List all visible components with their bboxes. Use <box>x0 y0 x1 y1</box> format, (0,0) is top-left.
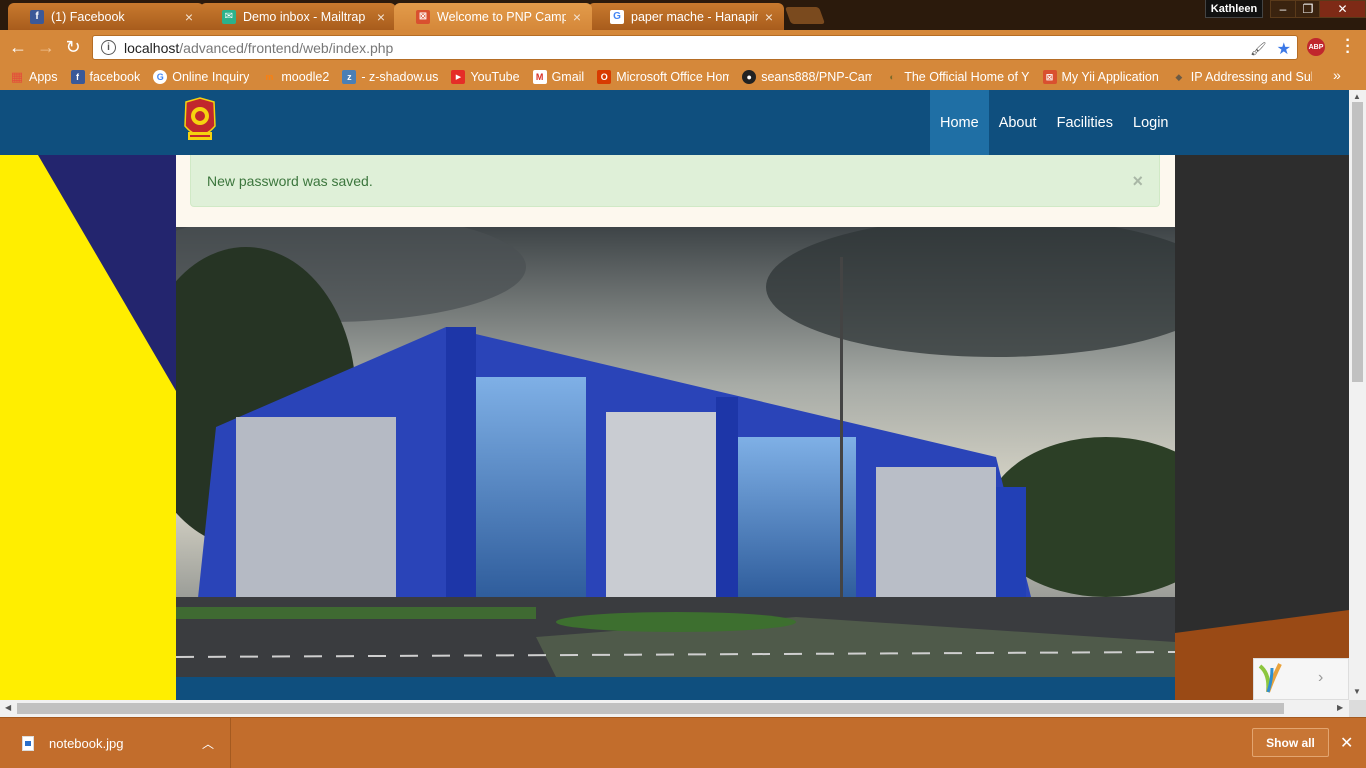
new-tab-button[interactable] <box>784 7 826 24</box>
window-close-icon[interactable]: ✕ <box>1319 0 1366 18</box>
apps-grid-icon: ▦ <box>10 70 24 84</box>
tab-mailtrap[interactable]: ✉ Demo inbox - Mailtrap × <box>200 3 396 30</box>
profile-button[interactable]: Kathleen <box>1205 0 1263 18</box>
vertical-scrollbar[interactable]: ▲ ▼ <box>1349 90 1366 700</box>
tab-close-icon[interactable]: × <box>570 9 584 25</box>
download-filename: notebook.jpg <box>49 736 124 751</box>
bookmarks-overflow-icon[interactable]: » <box>1333 67 1341 83</box>
bookmark-yii-app[interactable]: ⊠ My Yii Application <box>1042 70 1159 84</box>
tab-pnp-camp[interactable]: ⊠ Welcome to PNP Camp C × <box>394 3 592 30</box>
paint-brush-icon[interactable]: 🖌 <box>1250 41 1267 57</box>
footer-strip <box>176 677 1175 700</box>
bookmark-youtube[interactable]: ▶ YouTube <box>451 70 520 84</box>
bookmark-zshadow[interactable]: z- z-shadow.us <box>342 70 438 84</box>
youtube-icon: ▶ <box>451 70 466 84</box>
url-host: localhost <box>124 39 180 56</box>
nav-facilities[interactable]: Facilities <box>1047 90 1123 155</box>
bookmark-online-inquiry[interactable]: G Online Inquiry <box>153 70 249 84</box>
vertical-scroll-thumb[interactable] <box>1352 102 1363 382</box>
network-icon: ◆ <box>1175 71 1183 82</box>
bookmark-official-home[interactable]: ◐ The Official Home of Y <box>885 70 1030 84</box>
scroll-right-icon[interactable]: ▶ <box>1337 703 1343 712</box>
mailtrap-icon: ✉ <box>222 9 236 24</box>
nav-home[interactable]: Home <box>930 90 989 155</box>
scroll-left-icon[interactable]: ◀ <box>5 703 11 712</box>
yii-logo-icon <box>1258 663 1282 693</box>
bookmark-office[interactable]: O Microsoft Office Home <box>597 70 729 84</box>
download-item[interactable]: notebook.jpg ︿ <box>0 718 231 768</box>
official-home-icon: ◐ <box>889 72 895 82</box>
tab-close-icon[interactable]: × <box>762 9 776 25</box>
facebook-icon: f <box>30 9 44 24</box>
bookmark-ip-addressing[interactable]: ◆ IP Addressing and Sub <box>1172 70 1311 84</box>
menu-kebab-icon[interactable]: · · · <box>1343 33 1353 61</box>
show-all-button[interactable]: Show all <box>1252 728 1329 757</box>
forward-arrow-icon[interactable]: → <box>36 37 56 57</box>
bookmark-gmail[interactable]: M Gmail <box>532 70 584 84</box>
url-path: /advanced/frontend/web/index.php <box>179 39 394 56</box>
info-icon[interactable]: i <box>101 40 116 55</box>
bookmark-star-icon[interactable]: ★ <box>1277 39 1291 59</box>
tab-facebook[interactable]: f (1) Facebook × <box>8 3 204 30</box>
pnp-logo[interactable] <box>182 96 218 146</box>
google-icon: G <box>610 9 624 24</box>
scroll-down-icon[interactable]: ▼ <box>1353 687 1361 696</box>
bookmark-facebook[interactable]: f facebook <box>70 70 140 84</box>
content-container: New password was saved. × <box>176 155 1175 700</box>
hero-image <box>176 227 1175 677</box>
github-icon: ● <box>742 70 757 84</box>
minimize-icon[interactable]: – <box>1270 0 1296 18</box>
scrollbar-corner <box>1349 700 1366 717</box>
site-navbar: Home About Facilities Login <box>0 90 1349 155</box>
alert-close-icon[interactable]: × <box>1132 171 1143 192</box>
zshadow-icon: z <box>342 70 357 84</box>
image-file-icon <box>22 736 34 751</box>
bookmarks-bar: ▦ Apps f facebook G Online Inquiry m moodle2… <box>0 64 1366 90</box>
chevron-right-icon[interactable]: › <box>1318 669 1323 687</box>
yii-icon: ⊠ <box>416 9 430 24</box>
scroll-up-icon[interactable]: ▲ <box>1353 92 1361 101</box>
tab-title: Demo inbox - Mailtrap <box>243 9 366 24</box>
tab-close-icon[interactable]: × <box>374 9 388 25</box>
horizontal-scroll-thumb[interactable] <box>17 703 1284 714</box>
restore-icon[interactable]: ❐ <box>1295 0 1321 18</box>
alert-message: New password was saved. <box>207 172 373 189</box>
success-alert: New password was saved. × <box>190 155 1160 207</box>
address-bar[interactable]: i localhost/advanced/frontend/web/index.… <box>92 35 1298 60</box>
bookmark-apps[interactable]: ▦ Apps <box>10 70 58 84</box>
tab-title: paper mache - Hanapin s <box>631 9 758 24</box>
chevron-up-icon[interactable]: ︿ <box>202 735 214 752</box>
yii-icon: ⊠ <box>1042 70 1057 84</box>
reload-icon[interactable]: ↻ <box>63 37 83 57</box>
tab-close-icon[interactable]: × <box>182 9 196 25</box>
moodle-icon: m <box>265 72 274 82</box>
bookmark-github[interactable]: ● seans888/PNP-Camp <box>742 70 872 84</box>
tab-title: (1) Facebook <box>51 9 125 24</box>
tab-title: Welcome to PNP Camp C <box>437 9 566 24</box>
bookmark-moodle2[interactable]: m moodle2 <box>262 70 329 84</box>
site-nav-links: Home About Facilities Login <box>930 90 1178 155</box>
download-shelf: notebook.jpg ︿ Show all ✕ <box>0 717 1366 768</box>
gmail-icon: M <box>532 70 547 84</box>
nav-about[interactable]: About <box>989 90 1047 155</box>
debug-toolbar-widget[interactable]: › <box>1253 658 1349 700</box>
nav-login[interactable]: Login <box>1123 90 1178 155</box>
page-viewport: Home About Facilities Login New password… <box>0 90 1349 700</box>
horizontal-scrollbar[interactable]: ◀ ▶ <box>0 700 1349 717</box>
close-icon[interactable]: ✕ <box>1340 733 1353 753</box>
back-arrow-icon[interactable]: ← <box>8 37 28 57</box>
facebook-icon: f <box>70 70 85 84</box>
office-icon: O <box>597 70 612 84</box>
google-icon: G <box>153 70 168 84</box>
tab-google[interactable]: G paper mache - Hanapin s × <box>588 3 784 30</box>
adblock-plus-icon[interactable]: ABP <box>1307 38 1325 56</box>
